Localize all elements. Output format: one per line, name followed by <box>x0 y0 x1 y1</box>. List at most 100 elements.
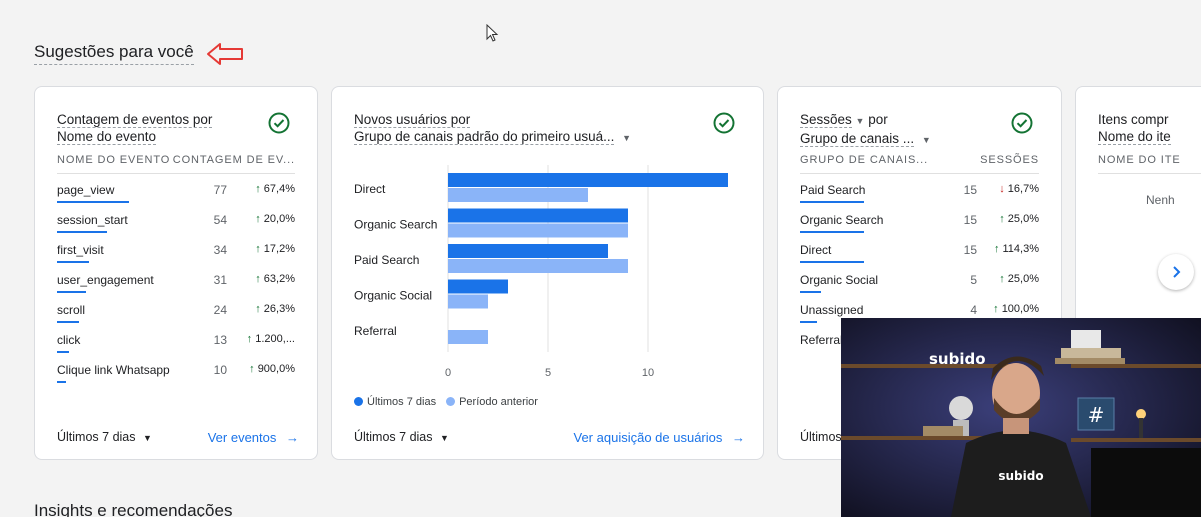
row-change: ↑ 26,3% <box>255 303 295 315</box>
date-range-dropdown[interactable]: Últimos <box>800 430 842 444</box>
bar-previous[interactable] <box>448 188 588 202</box>
sessions-card-title[interactable]: Sessões ▼ por Grupo de canais ... ▼ <box>800 111 931 149</box>
col-head-name: NOME DO ITE <box>1098 154 1181 166</box>
row-value: 15 <box>963 243 977 257</box>
row-value: 5 <box>970 273 977 287</box>
next-cards-button[interactable] <box>1158 254 1194 290</box>
row-value: 77 <box>213 183 227 197</box>
row-change: ↑ 67,4% <box>255 183 295 195</box>
table-row[interactable]: scroll 24 ↑ 26,3% <box>57 299 295 329</box>
x-tick-label: 0 <box>445 367 451 379</box>
table-row[interactable]: Organic Social 5 ↑ 25,0% <box>800 269 1039 299</box>
row-bar <box>800 291 821 293</box>
table-row[interactable]: first_visit 34 ↑ 17,2% <box>57 239 295 269</box>
date-range-dropdown[interactable]: Últimos 7 dias ▼ <box>57 430 152 444</box>
category-label: Direct <box>354 182 386 196</box>
row-change: ↑ 114,3% <box>993 243 1039 255</box>
check-circle-icon <box>1011 112 1033 134</box>
arrow-up-icon: ↑ <box>993 303 999 315</box>
view-events-link[interactable]: Ver eventos → <box>208 430 299 445</box>
view-user-acquisition-link[interactable]: Ver aquisição de usuários → <box>574 430 746 445</box>
chevron-right-icon <box>1173 266 1181 278</box>
empty-state-text: Nenh <box>1146 193 1175 207</box>
row-bar <box>57 351 69 353</box>
category-label: Referral <box>354 324 397 338</box>
arrow-up-icon: ↑ <box>255 243 261 255</box>
col-head-value: CONTAGEM DE EV... <box>172 154 295 166</box>
bar-current[interactable] <box>448 208 628 223</box>
date-range-dropdown[interactable]: Últimos 7 dias ▼ <box>354 430 449 444</box>
table-row[interactable]: session_start 54 ↑ 20,0% <box>57 209 295 239</box>
arrow-up-icon: ↑ <box>249 363 255 375</box>
row-value: 15 <box>963 213 977 227</box>
table-row[interactable]: Direct 15 ↑ 114,3% <box>800 239 1039 269</box>
arrow-up-icon: ↑ <box>255 273 261 285</box>
events-card: Contagem de eventos por Nome do evento N… <box>34 86 318 460</box>
new-users-bar-chart: 0 5 10 Direct Organic Search Paid Search Organ… <box>354 165 728 379</box>
events-card-title[interactable]: Contagem de eventos por Nome do evento <box>57 111 213 145</box>
row-name: click <box>57 333 81 347</box>
row-name: user_engagement <box>57 273 154 287</box>
bar-current[interactable] <box>448 244 608 258</box>
bar-previous[interactable] <box>448 259 628 273</box>
table-row[interactable]: Paid Search 15 ↓ 16,7% <box>800 179 1039 209</box>
divider <box>800 173 1039 174</box>
row-value: 10 <box>213 363 227 377</box>
caret-down-icon: ▼ <box>855 116 865 126</box>
caret-down-icon: ▼ <box>921 135 931 145</box>
bar-previous[interactable] <box>448 223 628 238</box>
row-bar <box>800 201 864 203</box>
webcam-hash-text: # <box>1088 403 1105 427</box>
row-bar <box>57 201 129 203</box>
table-row[interactable]: Organic Search 15 ↑ 25,0% <box>800 209 1039 239</box>
bar-previous[interactable] <box>448 294 488 309</box>
bar-current[interactable] <box>448 173 728 187</box>
table-row[interactable]: user_engagement 31 ↑ 63,2% <box>57 269 295 299</box>
table-row[interactable]: Clique link Whatsapp 10 ↑ 900,0% <box>57 359 295 389</box>
arrow-up-icon: ↑ <box>255 213 261 225</box>
items-card-title[interactable]: Itens compr Nome do ite <box>1098 111 1171 145</box>
red-arrow-annotation-icon <box>207 43 243 65</box>
row-name: Organic Search <box>800 213 884 227</box>
webcam-overlay: # subido subido <box>841 318 1201 517</box>
category-label: Organic Social <box>354 289 432 303</box>
row-change: ↑ 1.200,... <box>246 333 295 345</box>
bar-current[interactable] <box>448 279 508 294</box>
col-head-value: SESSÕES <box>980 154 1039 166</box>
legend-item-current: Últimos 7 dias <box>354 396 436 408</box>
divider <box>1098 173 1201 174</box>
arrow-up-icon: ↑ <box>246 333 253 345</box>
x-tick-label: 5 <box>545 367 551 379</box>
row-bar <box>57 381 66 383</box>
insights-title: Insights e recomendações <box>34 501 233 517</box>
caret-down-icon: ▼ <box>142 433 152 443</box>
caret-down-icon: ▼ <box>622 133 632 143</box>
arrow-up-icon: ↑ <box>993 243 1000 255</box>
row-bar <box>800 321 817 323</box>
bar-previous[interactable] <box>448 330 488 344</box>
row-value: 15 <box>963 183 977 197</box>
row-name: scroll <box>57 303 86 317</box>
row-name: session_start <box>57 213 128 227</box>
webcam-scene: # subido subido <box>841 318 1201 517</box>
new-users-card-title[interactable]: Novos usuários por Grupo de canais padrã… <box>354 111 631 147</box>
legend-item-previous: Período anterior <box>446 396 538 408</box>
x-tick-label: 10 <box>642 367 654 379</box>
row-name: page_view <box>57 183 115 197</box>
table-row[interactable]: click 13 ↑ 1.200,... <box>57 329 295 359</box>
row-bar <box>57 291 86 293</box>
row-change: ↑ 25,0% <box>999 213 1039 225</box>
row-value: 54 <box>213 213 227 227</box>
divider <box>57 173 295 174</box>
row-value: 31 <box>213 273 227 287</box>
arrow-up-icon: ↑ <box>255 303 261 315</box>
row-bar <box>57 231 107 233</box>
arrow-up-icon: ↑ <box>999 273 1005 285</box>
col-head-name: NOME DO EVENTO <box>57 154 171 166</box>
row-name: Direct <box>800 243 832 257</box>
arrow-up-icon: ↑ <box>255 183 261 195</box>
row-bar <box>57 261 89 263</box>
table-row[interactable]: page_view 77 ↑ 67,4% <box>57 179 295 209</box>
row-name: first_visit <box>57 243 104 257</box>
row-change: ↑ 100,0% <box>993 303 1039 315</box>
